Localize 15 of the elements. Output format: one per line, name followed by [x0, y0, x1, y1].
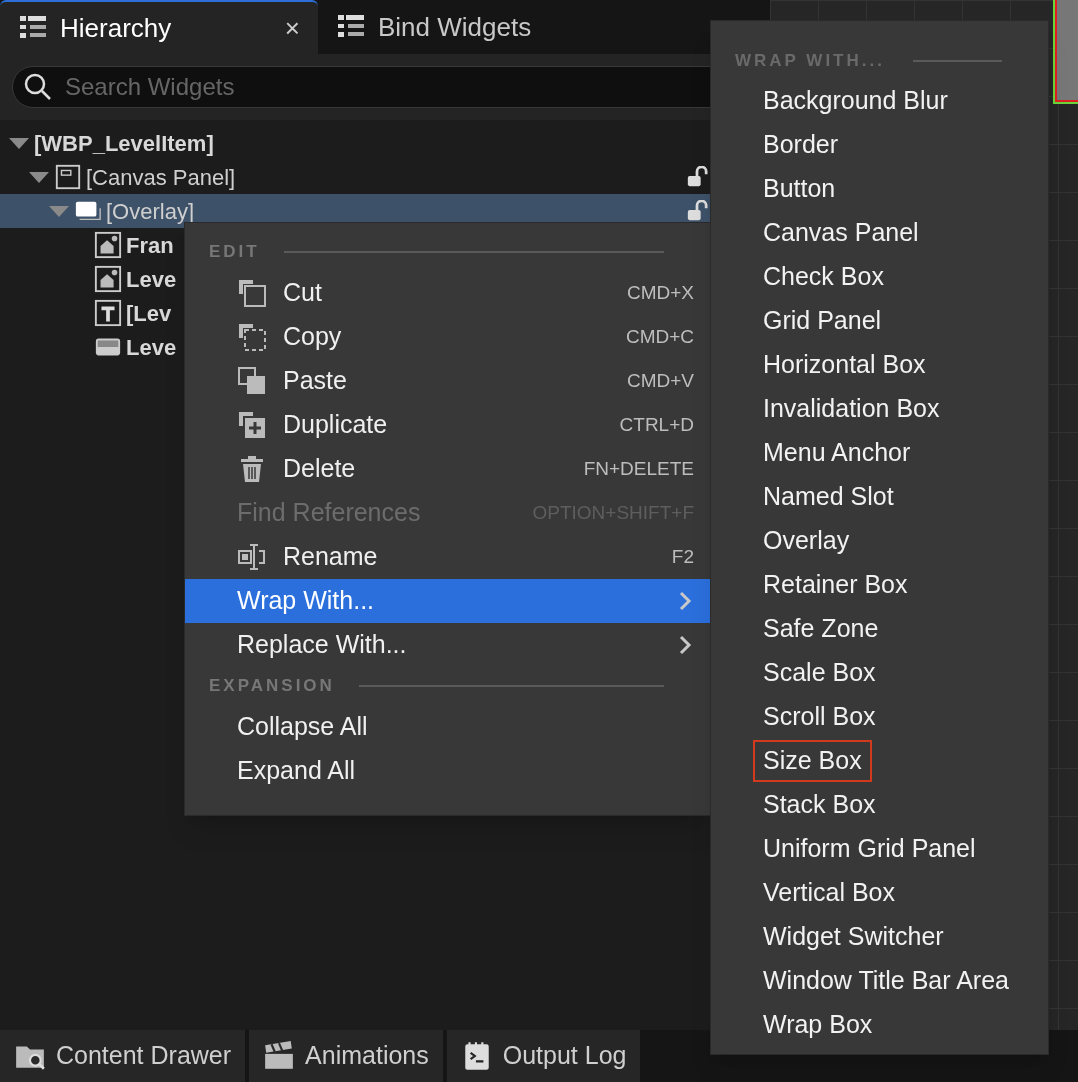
tree-label: [Canvas Panel] — [86, 163, 236, 192]
tree-label: [WBP_LevelItem] — [34, 129, 214, 158]
shortcut-label: FN+DELETE — [583, 456, 694, 481]
shortcut-label: F2 — [671, 544, 694, 569]
section-heading: EDIT — [209, 241, 260, 264]
section-heading: EXPANSION — [209, 675, 335, 698]
tree-label: [Lev — [126, 299, 172, 328]
tree-label: Fran — [126, 231, 174, 260]
shortcut-label: CTRL+D — [619, 412, 694, 437]
tree-label: Leve — [126, 265, 177, 294]
shortcut-label: CMD+C — [625, 324, 694, 349]
tree-label: [Overlay] — [106, 197, 195, 226]
shortcut-label: CMD+V — [626, 368, 694, 393]
shortcut-label: CMD+X — [626, 280, 694, 305]
tree-label: Leve — [126, 333, 177, 362]
